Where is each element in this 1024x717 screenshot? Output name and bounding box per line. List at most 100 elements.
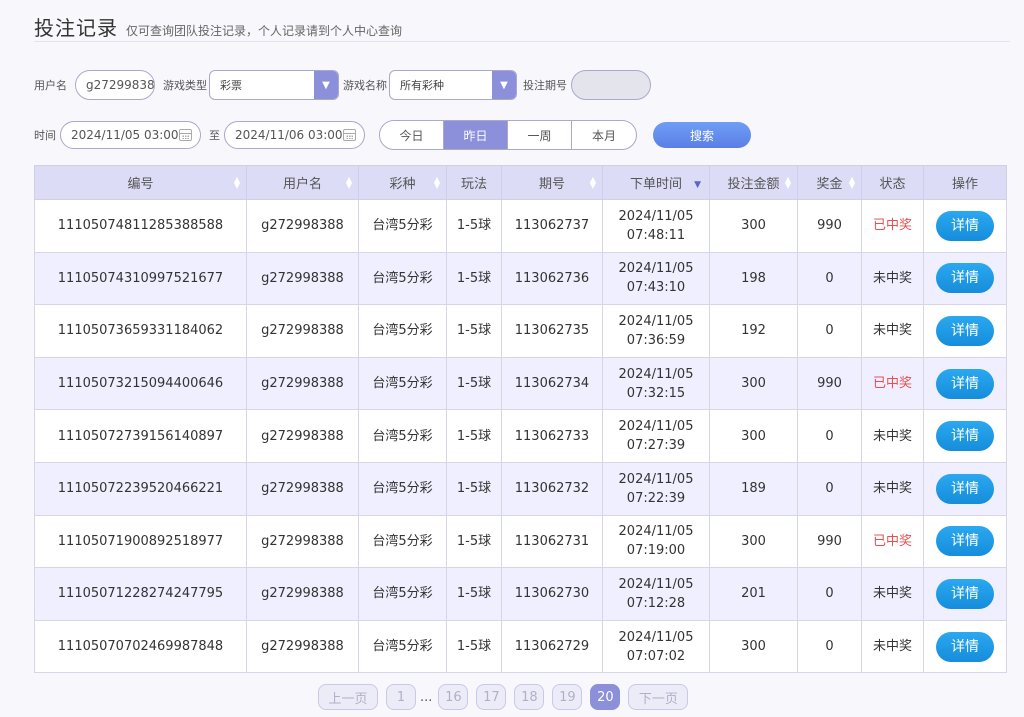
cell-play: 1-5球: [446, 199, 502, 253]
page-button-17[interactable]: 17: [476, 684, 507, 710]
column-header-lottery[interactable]: 彩种 ▲ ▼: [358, 165, 447, 200]
sort-desc-icon: ▼: [694, 180, 701, 190]
sort-icon: ▲ ▼: [784, 175, 791, 190]
cell-action: 详情: [923, 199, 1007, 253]
page-button-19[interactable]: 19: [552, 684, 583, 710]
sort-icon: ▲ ▼: [433, 175, 440, 190]
cell-prize: 0: [797, 251, 862, 306]
column-header-order-time[interactable]: 下单时间 ▼: [602, 165, 710, 200]
cell-user: g272998388: [246, 514, 359, 569]
cell-issue: 113062732: [501, 461, 603, 516]
table-header-row: 编号 ▲ ▼ 用户名 ▲ ▼ 彩种 ▲ ▼ 玩法 期号 ▲ ▼ 下单时间 ▼ 投注金额 ▲ ▼ 奖金 ▲…: [34, 165, 1007, 200]
cell-issue: 113062736: [501, 251, 603, 306]
order-date: 2024/11/05: [618, 629, 694, 645]
page-header: 投注记录 仅可查询团队投注记录，个人记录请到个人中心查询: [34, 12, 1010, 42]
table-row: 11105072239520466221 g272998388 台湾5分彩 1-5球 1…: [34, 461, 1007, 516]
username-label: 用户名: [34, 79, 67, 92]
column-header-prize[interactable]: 奖金 ▲ ▼: [797, 165, 862, 200]
page-button-1[interactable]: 1: [386, 684, 416, 710]
cell-lottery: 台湾5分彩: [358, 409, 447, 463]
detail-button[interactable]: 详情: [936, 368, 994, 399]
search-button[interactable]: 搜索: [653, 122, 751, 148]
next-page-button[interactable]: 下一页: [628, 684, 689, 710]
game-name-select[interactable]: 所有彩种 ▼: [389, 70, 517, 100]
page-ellipsis: ...: [420, 689, 433, 705]
cell-status: 未中奖: [861, 567, 924, 621]
order-time: 07:32:15: [626, 385, 686, 401]
detail-button[interactable]: 详情: [936, 526, 994, 557]
cell-user: g272998388: [246, 199, 359, 253]
cell-id: 11105072739156140897: [34, 409, 247, 463]
cell-order-time: 2024/11/05 07:36:59: [602, 304, 710, 358]
detail-button[interactable]: 详情: [936, 421, 994, 452]
cell-status: 已中奖: [861, 199, 924, 253]
order-time: 07:22:39: [626, 490, 686, 506]
issue-input[interactable]: [571, 70, 651, 100]
detail-button[interactable]: 详情: [936, 631, 994, 662]
start-time-input[interactable]: 2024/11/05 03:00: [60, 121, 201, 149]
cell-action: 详情: [923, 409, 1007, 463]
cell-order-time: 2024/11/05 07:19:00: [602, 514, 710, 569]
cell-id: 11105070702469987848: [34, 619, 247, 674]
detail-button[interactable]: 详情: [936, 473, 994, 504]
cell-play: 1-5球: [446, 356, 502, 411]
detail-button[interactable]: 详情: [936, 263, 994, 294]
column-header-amount[interactable]: 投注金额 ▲ ▼: [709, 165, 798, 200]
table-row: 11105071228274247795 g272998388 台湾5分彩 1-5球 1…: [34, 567, 1007, 621]
cell-issue: 113062737: [501, 199, 603, 253]
table-row: 11105074310997521677 g272998388 台湾5分彩 1-5球 1…: [34, 251, 1007, 306]
end-time-input[interactable]: 2024/11/06 03:00: [224, 121, 365, 149]
cell-amount: 192: [709, 304, 798, 358]
page-subtitle: 仅可查询团队投注记录，个人记录请到个人中心查询: [126, 24, 403, 38]
cell-order-time: 2024/11/05 07:43:10: [602, 251, 710, 306]
game-name-label: 游戏名称: [343, 79, 387, 92]
cell-issue: 113062731: [501, 514, 603, 569]
cell-lottery: 台湾5分彩: [358, 251, 447, 306]
column-header-issue[interactable]: 期号 ▲ ▼: [501, 165, 603, 200]
filter-row-2: 时间 2024/11/05 03:00 至 2024/11/06 03:00 今…: [34, 120, 751, 150]
page-button-18[interactable]: 18: [514, 684, 545, 710]
range-yesterday-button[interactable]: 昨日: [444, 121, 508, 149]
cell-user: g272998388: [246, 567, 359, 621]
cell-lottery: 台湾5分彩: [358, 619, 447, 674]
order-date: 2024/11/05: [618, 576, 694, 592]
cell-play: 1-5球: [446, 251, 502, 306]
order-date: 2024/11/05: [618, 261, 694, 277]
detail-button[interactable]: 详情: [936, 210, 994, 241]
cell-id: 11105071228274247795: [34, 567, 247, 621]
game-type-label: 游戏类型: [163, 79, 207, 92]
table-row: 11105073215094400646 g272998388 台湾5分彩 1-5球 1…: [34, 356, 1007, 411]
cell-amount: 300: [709, 619, 798, 674]
cell-order-time: 2024/11/05 07:22:39: [602, 461, 710, 516]
page-button-20[interactable]: 20: [590, 684, 621, 710]
cell-user: g272998388: [246, 619, 359, 674]
cell-action: 详情: [923, 619, 1007, 674]
table-row: 11105070702469987848 g272998388 台湾5分彩 1-5球 1…: [34, 619, 1007, 674]
range-today-button[interactable]: 今日: [380, 121, 444, 149]
order-time: 07:43:10: [626, 280, 686, 296]
cell-prize: 0: [797, 619, 862, 674]
order-date: 2024/11/05: [618, 208, 694, 224]
game-name-value: 所有彩种: [400, 79, 444, 92]
range-week-button[interactable]: 一周: [508, 121, 572, 149]
cell-issue: 113062729: [501, 619, 603, 674]
cell-order-time: 2024/11/05 07:27:39: [602, 409, 710, 463]
game-type-select[interactable]: 彩票 ▼: [209, 70, 339, 100]
page-button-16[interactable]: 16: [438, 684, 469, 710]
cell-order-time: 2024/11/05 07:48:11: [602, 199, 710, 253]
column-header-user[interactable]: 用户名 ▲ ▼: [246, 165, 359, 200]
quick-range-group: 今日 昨日 一周 本月: [379, 120, 637, 150]
username-input[interactable]: g272998388: [75, 70, 155, 100]
detail-button[interactable]: 详情: [936, 315, 994, 346]
cell-prize: 990: [797, 199, 862, 253]
column-header-id[interactable]: 编号 ▲ ▼: [34, 165, 247, 200]
prev-page-button[interactable]: 上一页: [318, 684, 378, 710]
cell-amount: 189: [709, 461, 798, 516]
cell-lottery: 台湾5分彩: [358, 356, 447, 411]
cell-prize: 0: [797, 304, 862, 358]
table-row: 11105074811285388588 g272998388 台湾5分彩 1-5球 1…: [34, 199, 1007, 253]
range-month-button[interactable]: 本月: [572, 121, 636, 149]
detail-button[interactable]: 详情: [936, 578, 994, 609]
cell-play: 1-5球: [446, 304, 502, 358]
calendar-icon: [343, 129, 356, 141]
